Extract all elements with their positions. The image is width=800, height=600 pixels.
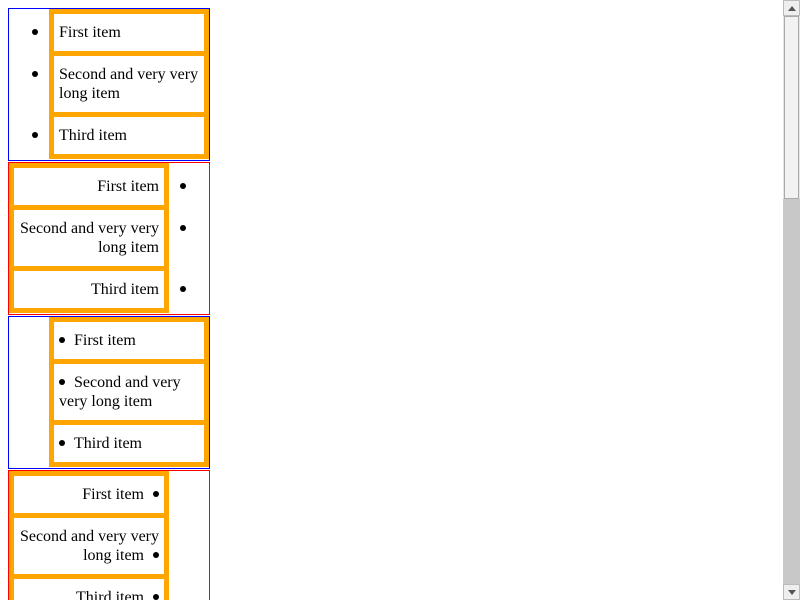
list-item-label: Second and very very long item: [19, 220, 159, 256]
list-item: Third item: [49, 420, 209, 467]
bullet-icon: [59, 378, 65, 385]
list-ltr-outside: First item Second and very very long ite…: [8, 8, 210, 161]
list-rtl-outside: First item Second and very very long ite…: [8, 162, 210, 315]
list-item: Third item: [32, 112, 209, 159]
list-item-label: First item: [74, 332, 136, 349]
arrow-up-icon: [788, 6, 796, 11]
list-item: First item: [9, 471, 169, 513]
bullet-icon: [32, 132, 38, 138]
list-item-label: Second and very very long item: [19, 528, 159, 564]
list-item-label: Second and very very long item: [59, 66, 199, 102]
list-item: First item: [32, 9, 209, 51]
bullet-icon: [32, 29, 38, 35]
bullet-icon: [59, 439, 65, 446]
list-item-label: First item: [82, 486, 144, 503]
list-item: Second and very very long item: [32, 51, 209, 112]
bullet-icon: [32, 71, 38, 77]
list-item: Third item: [9, 266, 186, 313]
list-item: Second and very very long item: [9, 513, 169, 574]
bullet-icon: [153, 551, 159, 558]
list-rtl-inside: First item Second and very very long ite…: [8, 470, 210, 600]
list-item: Third item: [9, 574, 169, 600]
list-item-label: Third item: [59, 127, 127, 144]
list-item-label: First item: [97, 178, 159, 195]
bullet-icon: [180, 286, 186, 292]
list-item: First item: [49, 317, 209, 359]
list-item-label: First item: [59, 24, 121, 41]
bullet-icon: [153, 490, 159, 497]
scrollbar-track[interactable]: [783, 199, 800, 584]
bullet-icon: [59, 336, 65, 343]
list-item: First item: [9, 163, 186, 205]
list-item: Second and very very long item: [49, 359, 209, 420]
list-item-label: Third item: [76, 589, 144, 600]
bullet-icon: [180, 225, 186, 231]
page-viewport: First item Second and very very long ite…: [0, 0, 783, 600]
arrow-down-icon: [788, 590, 796, 595]
list-item-label: Third item: [91, 281, 159, 298]
scrollbar-thumb[interactable]: [784, 16, 799, 199]
list-item: Second and very very long item: [9, 205, 186, 266]
list-item-label: Second and very very long item: [59, 374, 181, 410]
scroll-up-button[interactable]: [783, 0, 800, 16]
scroll-down-button[interactable]: [783, 584, 800, 600]
bullet-icon: [153, 593, 159, 600]
vertical-scrollbar[interactable]: [783, 0, 800, 600]
bullet-icon: [180, 183, 186, 189]
list-ltr-inside: First item Second and very very long ite…: [8, 316, 210, 469]
list-item-label: Third item: [74, 435, 142, 452]
